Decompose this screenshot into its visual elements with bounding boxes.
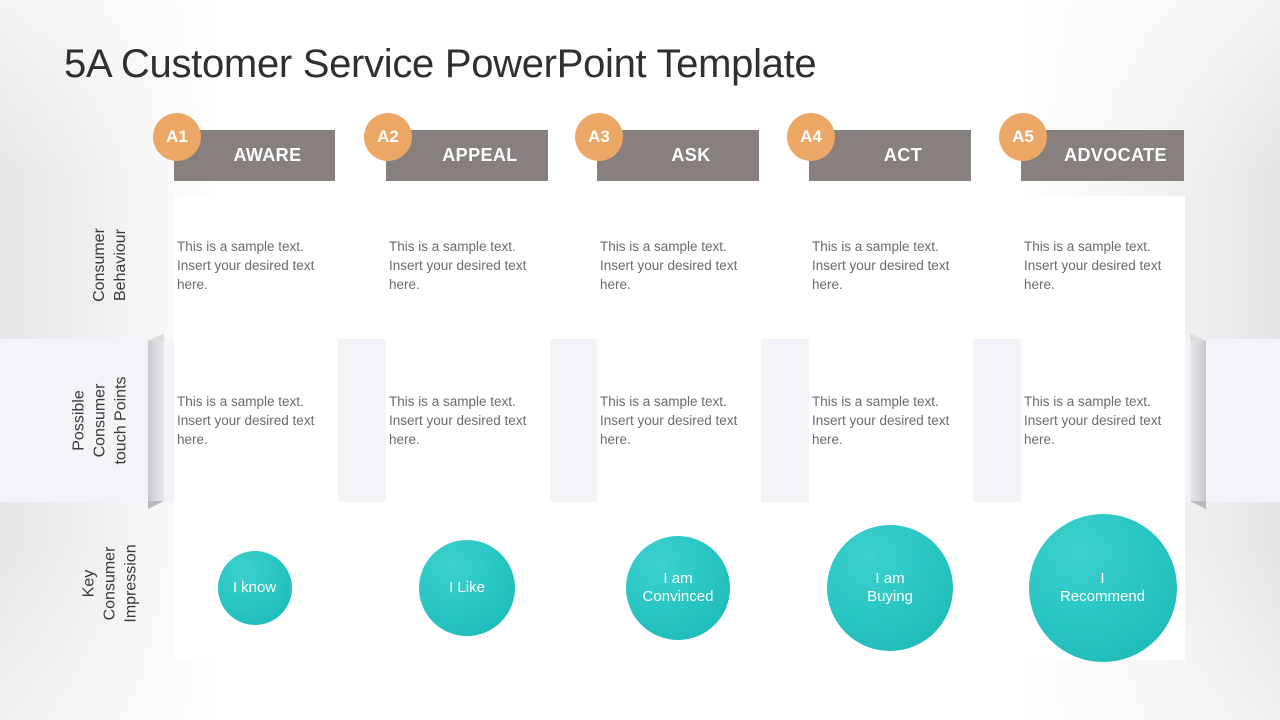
band-fold-left [148, 340, 164, 501]
touch-points-text-a3[interactable]: This is a sample text. Insert your desir… [600, 392, 750, 449]
consumer-behaviour-text-a3[interactable]: This is a sample text. Insert your desir… [600, 237, 750, 294]
impression-bubble-line: I Like [449, 579, 485, 596]
impression-bubble-line: I am [663, 570, 693, 587]
impression-bubble-line: I [1100, 570, 1105, 587]
touch-points-text-a1[interactable]: This is a sample text. Insert your desir… [177, 392, 327, 449]
stage-badge-a2[interactable]: A2 [364, 113, 412, 161]
impression-bubble-label: I Recommend [1060, 570, 1145, 606]
impression-bubble-line: Buying [867, 588, 913, 605]
impression-bubble-a1[interactable]: I know [217, 551, 292, 625]
row-label-key-consumer-impression: Key Consumer Impression [79, 473, 142, 693]
stage-badge-a5[interactable]: A5 [999, 113, 1047, 161]
band-fold-right-top-tip [1190, 333, 1206, 341]
band-fold-left-bottom-tip [148, 501, 164, 509]
consumer-behaviour-text-a2[interactable]: This is a sample text. Insert your desir… [389, 237, 539, 294]
consumer-behaviour-text-a1[interactable]: This is a sample text. Insert your desir… [177, 237, 327, 294]
stage-title-label: AWARE [233, 145, 302, 165]
impression-bubble-line: Convinced [642, 588, 714, 605]
row-label-line: Impression [122, 543, 140, 623]
stage-title-label: ADVOCATE [1064, 145, 1167, 165]
stage-badge-a1[interactable]: A1 [153, 113, 201, 161]
touch-points-text-a2[interactable]: This is a sample text. Insert your desir… [389, 392, 539, 449]
impression-bubble-line: I am [875, 570, 905, 587]
row-label-line: Consumer [101, 546, 119, 620]
touch-points-text-a5[interactable]: This is a sample text. Insert your desir… [1024, 392, 1174, 449]
impression-bubble-a2[interactable]: I Like [419, 540, 515, 636]
impression-bubble-label: I Like [449, 579, 485, 597]
band-fold-right-bottom-tip [1190, 501, 1206, 509]
consumer-behaviour-text-a4[interactable]: This is a sample text. Insert your desir… [812, 237, 962, 294]
impression-bubble-label: I know [233, 579, 276, 597]
consumer-behaviour-text-a5[interactable]: This is a sample text. Insert your desir… [1024, 237, 1174, 294]
stage-title-label: ASK [671, 145, 711, 165]
impression-bubble-label: I am Convinced [643, 570, 714, 606]
touch-points-text-a4[interactable]: This is a sample text. Insert your desir… [812, 392, 962, 449]
impression-bubble-a3[interactable]: I am Convinced [626, 536, 730, 640]
band-fold-left-top-tip [148, 333, 164, 341]
stage-title-label: APPEAL [442, 145, 518, 165]
row-label-line: Key [80, 569, 98, 597]
impression-bubble-line: I know [232, 579, 277, 596]
slide-canvas: 5A Customer Service PowerPoint Template … [0, 0, 1280, 720]
stage-title-label: ACT [883, 145, 923, 165]
impression-bubble-label: I am Buying [867, 570, 913, 606]
impression-bubble-a5[interactable]: I Recommend [1028, 514, 1177, 662]
stage-badge-a4[interactable]: A4 [787, 113, 835, 161]
band-fold-right [1190, 340, 1206, 501]
stage-badge-a3[interactable]: A3 [575, 113, 623, 161]
impression-bubble-a4[interactable]: I am Buying [827, 525, 953, 651]
page-title: 5A Customer Service PowerPoint Template [64, 42, 817, 86]
impression-bubble-line: Recommend [1059, 588, 1146, 605]
